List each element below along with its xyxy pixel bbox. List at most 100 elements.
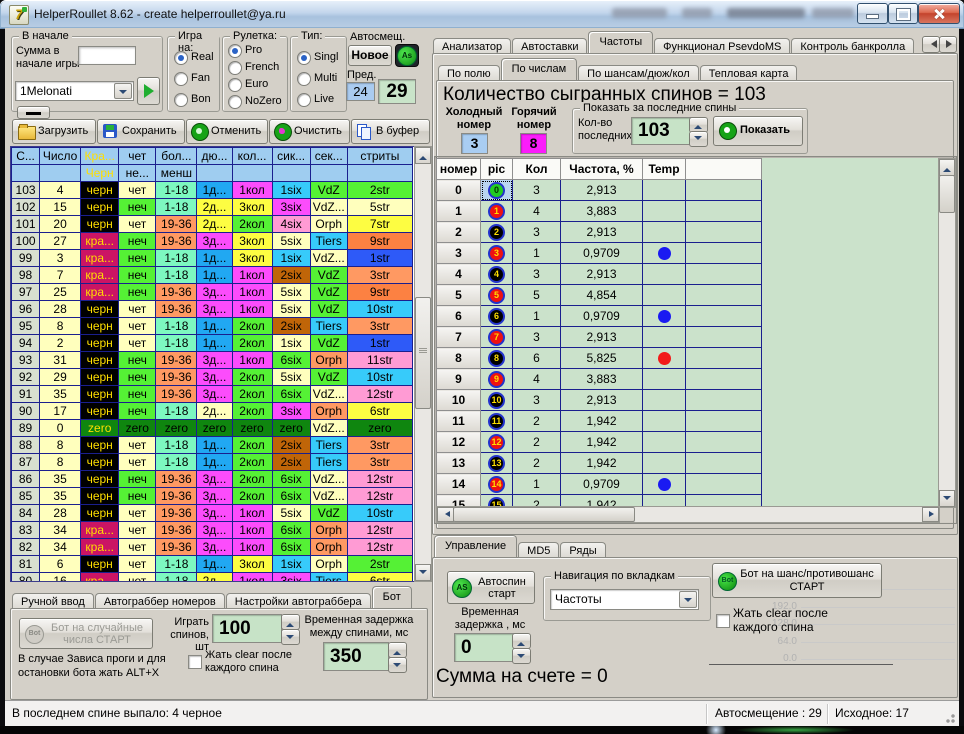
spins-cell[interactable]: черн — [81, 488, 119, 505]
spins-cell[interactable]: 1кол — [232, 522, 272, 539]
spins-cell[interactable]: 34 — [40, 522, 81, 539]
spins-cell[interactable]: 0 — [40, 420, 81, 437]
freq-temp-cell[interactable] — [643, 474, 686, 495]
clear-button[interactable]: Очистить — [269, 119, 350, 144]
spins-cell[interactable]: черн — [81, 318, 119, 335]
spins-cell[interactable]: кра... — [81, 250, 119, 267]
spins-cell[interactable]: 6six — [272, 539, 310, 556]
spins-cell[interactable]: 1кол — [232, 182, 272, 199]
freq-rownum[interactable]: 12 — [437, 432, 481, 453]
spins-rownum[interactable]: 92 — [12, 369, 40, 386]
profile-combobox[interactable]: 1Melonati — [15, 81, 134, 101]
spins-cell[interactable]: 19-36 — [156, 488, 197, 505]
new-autoshift-button[interactable]: Новое — [348, 45, 392, 66]
spins-cell[interactable]: 35 — [40, 488, 81, 505]
stepper-down-icon[interactable] — [689, 131, 708, 147]
spins-cell[interactable]: VdZ... — [310, 420, 347, 437]
freq-empty-cell[interactable] — [686, 348, 762, 369]
spins-cell[interactable]: 2д... — [197, 403, 232, 420]
spins-cell[interactable]: 3six — [272, 573, 310, 583]
spins-cell[interactable]: 3д... — [197, 284, 232, 301]
spins-cell[interactable]: чет — [119, 335, 156, 352]
freq-pic-cell[interactable]: 2 — [481, 222, 513, 243]
freq-empty-cell[interactable] — [686, 411, 762, 432]
freq-count-cell[interactable]: 1 — [513, 306, 561, 327]
freq-percent-cell[interactable]: 1,942 — [561, 495, 643, 507]
spins-cell[interactable]: 1-18 — [156, 199, 197, 216]
freq-empty-cell[interactable] — [686, 285, 762, 306]
spins-rownum[interactable]: 91 — [12, 386, 40, 403]
spins-cell[interactable]: VdZ — [310, 369, 347, 386]
spins-cell[interactable]: 1д... — [197, 267, 232, 284]
spins-cell[interactable]: Orph — [310, 216, 347, 233]
scroll-thumb[interactable] — [939, 175, 955, 213]
spins-cell[interactable]: 3str — [347, 437, 412, 454]
tab-freq-1[interactable]: По числам — [501, 58, 578, 80]
spins-cell[interactable]: 20 — [40, 216, 81, 233]
freq-pic-cell[interactable]: 6 — [481, 306, 513, 327]
spins-cell[interactable]: 8 — [40, 437, 81, 454]
spins-cell[interactable]: 1-18 — [156, 318, 197, 335]
spins-cell[interactable]: 19-36 — [156, 539, 197, 556]
spins-cell[interactable]: 1six — [272, 556, 310, 573]
spins-cell[interactable]: Tiers — [310, 573, 347, 583]
freq-pic-cell[interactable]: 4 — [481, 264, 513, 285]
spins-cell[interactable]: Tiers — [310, 233, 347, 250]
freq-pic-cell[interactable]: 0 — [481, 180, 513, 201]
spins-cell[interactable]: чет — [119, 318, 156, 335]
spins-cell[interactable]: 3 — [40, 250, 81, 267]
spins-cell[interactable]: 2кол — [232, 488, 272, 505]
freq-count-cell[interactable]: 3 — [513, 222, 561, 243]
scroll-down-icon[interactable] — [415, 564, 431, 581]
radio-roulette-pro[interactable]: Pro — [228, 42, 287, 57]
spins-cell[interactable]: 3str — [347, 454, 412, 471]
spins-cell[interactable]: 1д... — [197, 556, 232, 573]
spins-cell[interactable]: 6six — [272, 386, 310, 403]
spins-cell[interactable]: 1кол — [232, 573, 272, 583]
radio-game-real[interactable]: Real — [174, 49, 219, 66]
freq-temp-cell[interactable] — [643, 390, 686, 411]
radio-roulette-french[interactable]: French — [228, 59, 287, 74]
spins-cell[interactable]: 6six — [272, 522, 310, 539]
spins-cell[interactable]: 2кол — [232, 437, 272, 454]
freq-temp-cell[interactable] — [643, 495, 686, 507]
tab-scroll-right-icon[interactable] — [939, 36, 957, 53]
start-sum-input[interactable] — [78, 46, 136, 65]
chevron-down-icon[interactable] — [679, 591, 697, 608]
spins-cell[interactable]: 2six — [272, 437, 310, 454]
spins-cell[interactable]: черн — [81, 437, 119, 454]
spins-cell[interactable]: 3д... — [197, 301, 232, 318]
spins-cell[interactable]: 10str — [347, 301, 412, 318]
spins-rownum[interactable]: 84 — [12, 505, 40, 522]
spins-cell[interactable]: 5six — [272, 284, 310, 301]
spins-cell[interactable]: чет — [119, 539, 156, 556]
spins-cell[interactable]: 15 — [40, 199, 81, 216]
freq-empty-cell[interactable] — [686, 390, 762, 411]
freq-percent-cell[interactable]: 3,883 — [561, 201, 643, 222]
spins-cell[interactable]: 5six — [272, 369, 310, 386]
freq-temp-cell[interactable] — [643, 411, 686, 432]
spins-cell[interactable]: 8 — [40, 318, 81, 335]
spins-cell[interactable]: неч — [119, 267, 156, 284]
spins-cell[interactable]: VdZ — [310, 267, 347, 284]
spins-cell[interactable]: 3д... — [197, 505, 232, 522]
freq-rownum[interactable]: 10 — [437, 390, 481, 411]
freq-empty-cell[interactable] — [686, 474, 762, 495]
spins-cell[interactable]: 2д... — [197, 573, 232, 583]
spins-rownum[interactable]: 81 — [12, 556, 40, 573]
freq-percent-cell[interactable]: 3,883 — [561, 369, 643, 390]
last-count-value[interactable]: 103 — [631, 117, 695, 145]
freq-pic-cell[interactable]: 10 — [481, 390, 513, 411]
spins-cell[interactable]: VdZ... — [310, 471, 347, 488]
spins-cell[interactable]: Tiers — [310, 437, 347, 454]
freq-rownum[interactable]: 6 — [437, 306, 481, 327]
spins-cell[interactable]: 12str — [347, 471, 412, 488]
spins-cell[interactable]: 12str — [347, 488, 412, 505]
spins-cell[interactable]: zero — [197, 420, 232, 437]
spins-cell[interactable]: 6str — [347, 403, 412, 420]
spins-rownum[interactable]: 94 — [12, 335, 40, 352]
br-clear-checkbox[interactable] — [716, 614, 730, 628]
spins-cell[interactable]: 1-18 — [156, 437, 197, 454]
spins-cell[interactable]: 3str — [347, 318, 412, 335]
spins-rownum[interactable]: 96 — [12, 301, 40, 318]
